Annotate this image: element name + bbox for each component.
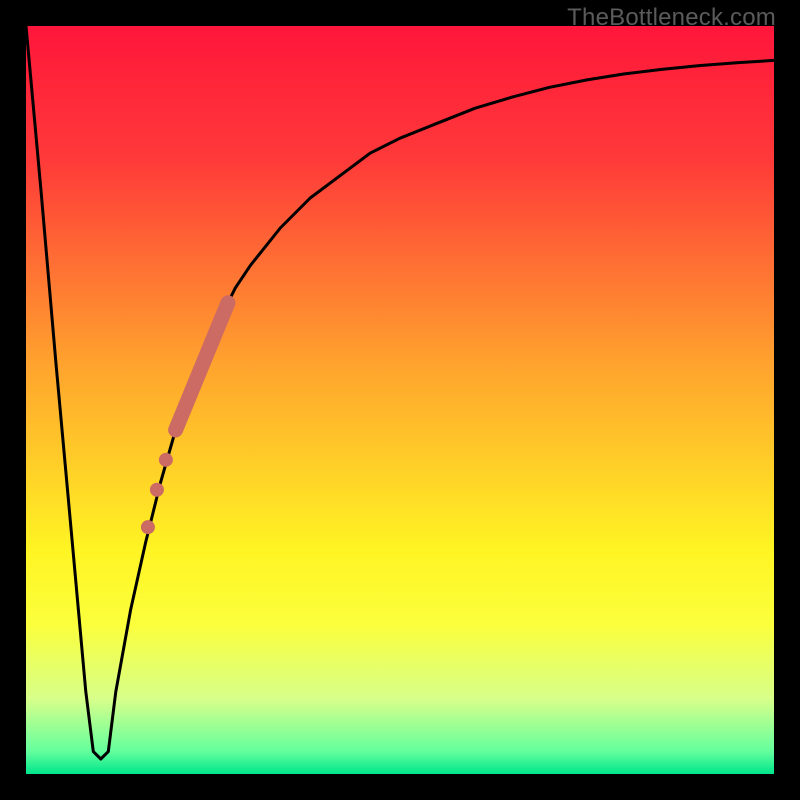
highlight-segment xyxy=(176,303,228,430)
highlight-dot xyxy=(150,483,164,497)
highlight-dot xyxy=(141,520,155,534)
curve-layer xyxy=(26,26,774,774)
plot-area xyxy=(26,26,774,774)
watermark-text: TheBottleneck.com xyxy=(567,4,776,32)
highlight-dot xyxy=(159,453,173,467)
bottleneck-curve xyxy=(26,26,774,759)
highlight-dots xyxy=(141,453,173,534)
chart-frame: TheBottleneck.com xyxy=(0,0,800,800)
